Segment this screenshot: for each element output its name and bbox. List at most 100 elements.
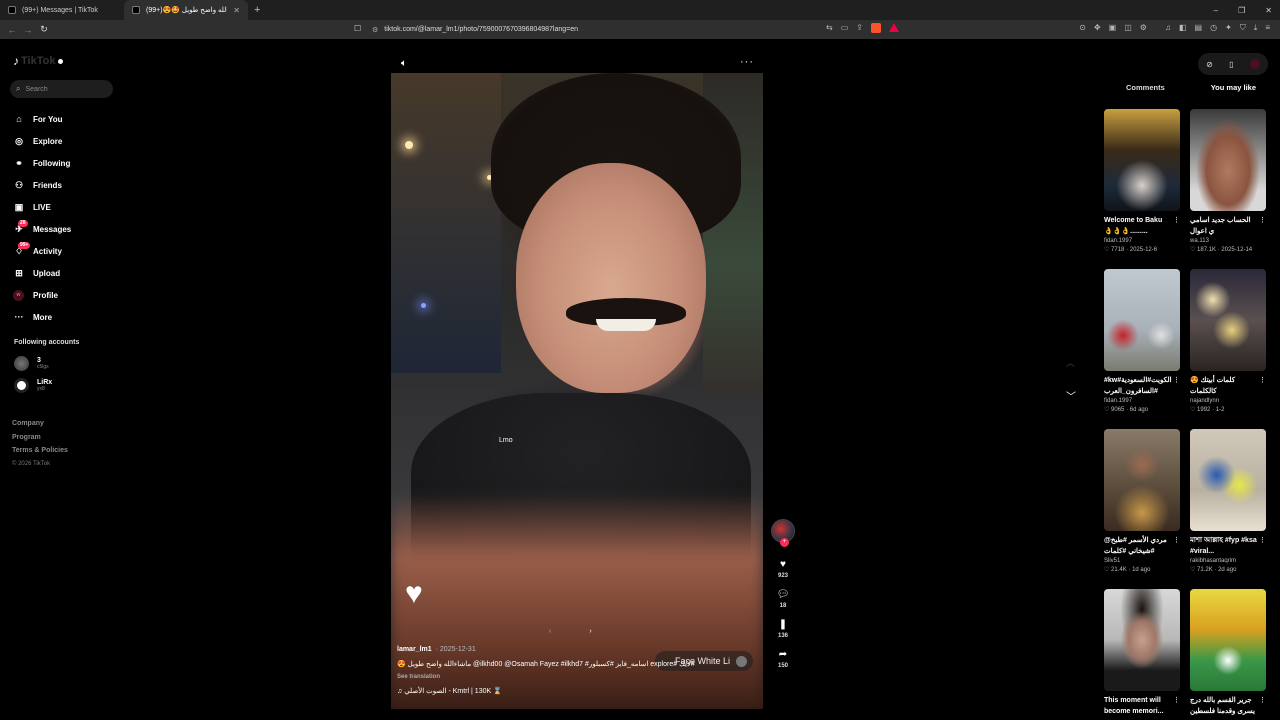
search-input[interactable] bbox=[25, 85, 106, 93]
carousel-next-icon[interactable]: › bbox=[589, 628, 591, 635]
copyright: © 2026 TikTok bbox=[12, 460, 51, 467]
footer-program-link[interactable]: Program bbox=[12, 431, 68, 445]
carousel-prev-icon[interactable]: ‹ bbox=[549, 628, 551, 635]
footer-terms-link[interactable]: Terms & Policies bbox=[12, 444, 68, 458]
history-icon[interactable]: ◷ bbox=[1210, 23, 1217, 33]
more-options-icon[interactable]: ··· bbox=[740, 56, 754, 68]
tab-you-may-like[interactable]: You may like bbox=[1211, 83, 1256, 92]
like-count: 923 bbox=[777, 573, 788, 579]
nav-activity[interactable]: ♢ 99+ Activity bbox=[13, 240, 71, 262]
prev-video-chevron-icon[interactable]: ︿ bbox=[1066, 356, 1075, 369]
card-more-icon[interactable]: ⋮ bbox=[1259, 535, 1266, 546]
card-more-icon[interactable]: ⋮ bbox=[1173, 375, 1180, 386]
video-thumbnail bbox=[1190, 109, 1266, 211]
music-link[interactable]: ♫ الصوت الأصلي - Kmtrl | 130K ⌛ bbox=[397, 687, 757, 695]
music-icon[interactable]: ♫ bbox=[1165, 23, 1171, 33]
phone-icon[interactable]: ▯ bbox=[1229, 60, 1233, 69]
close-window-button[interactable]: ✕ bbox=[1265, 6, 1272, 15]
nav-following[interactable]: ⚭ Following bbox=[13, 152, 71, 174]
video-thumbnail bbox=[1190, 589, 1266, 691]
translate-icon[interactable]: ⇆ bbox=[826, 23, 833, 33]
friends-icon: ⚇ bbox=[14, 179, 24, 190]
profile-avatar: w bbox=[13, 289, 24, 301]
menu-icon[interactable]: ≡ bbox=[1265, 23, 1270, 33]
video-thumbnail bbox=[1190, 429, 1266, 531]
leo-icon[interactable]: ✦ bbox=[1225, 23, 1232, 33]
forward-icon[interactable]: → bbox=[20, 25, 36, 35]
back-icon[interactable]: ← bbox=[4, 25, 20, 35]
new-tab-button[interactable]: + bbox=[248, 4, 266, 16]
device-icon[interactable]: ⊘ bbox=[1206, 60, 1213, 69]
wallet-icon[interactable]: ▣ bbox=[1109, 23, 1117, 33]
minimize-button[interactable]: – bbox=[1214, 6, 1218, 15]
window-controls: – ❐ ✕ bbox=[1214, 0, 1272, 20]
bookmark-icon[interactable]: ❚ bbox=[779, 619, 787, 630]
nav-upload[interactable]: ⊞ Upload bbox=[13, 262, 71, 284]
volume-icon[interactable]: 🔈︎ bbox=[401, 58, 407, 69]
card-more-icon[interactable]: ⋮ bbox=[1173, 535, 1180, 546]
shield-icon[interactable]: ⛉ bbox=[1240, 23, 1246, 33]
follow-plus-icon[interactable]: + bbox=[780, 538, 789, 547]
see-translation-link[interactable]: See translation bbox=[397, 674, 757, 680]
video-overlay-text: Lmo bbox=[499, 437, 513, 444]
video-card[interactable]: جرير القسم بالله درج يسرى وقدمنا فلسطين ⋮ bbox=[1190, 589, 1266, 717]
search-box[interactable]: ⌕ bbox=[10, 80, 113, 98]
user-avatar[interactable] bbox=[1249, 59, 1260, 69]
video-thumbnail bbox=[1104, 589, 1180, 691]
following-account-item[interactable]: LiRx yx8 bbox=[14, 378, 52, 393]
video-player[interactable]: Lmo ♥ ‹ › Face White Li bbox=[391, 73, 763, 709]
card-more-icon[interactable]: ⋮ bbox=[1259, 215, 1266, 226]
cast-icon[interactable]: ▭ bbox=[841, 23, 849, 33]
site-info-icon[interactable]: ⚙ bbox=[372, 26, 378, 34]
video-card[interactable]: @مردي الأسمر #طبخ #شيخاني #كلمات ⋮ Sliv51… bbox=[1104, 429, 1180, 573]
tab-search-icon[interactable]: ▤ bbox=[1195, 23, 1203, 33]
nav-live[interactable]: ▣ LIVE bbox=[13, 196, 71, 218]
browser-tab-messages[interactable]: (99+) Messages | TikTok bbox=[0, 0, 124, 20]
video-card[interactable]: মাশা আল্লাহ #fyp #ksa #viral... ⋮ rakibha… bbox=[1190, 429, 1266, 573]
next-video-chevron-icon[interactable]: ﹀ bbox=[1066, 388, 1076, 403]
following-icon: ⚭ bbox=[15, 157, 23, 168]
video-card[interactable]: 😍 كلمات أبيتك كالكلمات #vacationmode...⋮… bbox=[1190, 269, 1266, 413]
nav-more[interactable]: ··· More bbox=[13, 306, 71, 328]
browser-tab-active[interactable]: (99+)😍🤩 ماشاءالله واضح طويل ✕ bbox=[124, 0, 248, 20]
like-icon[interactable]: ♥ bbox=[780, 559, 786, 570]
tiktok-logo[interactable]: ♪ TikTok bbox=[13, 54, 64, 68]
action-rail: + ♥ 923 💬︎ 18 ❚ 136 ➦ 150 bbox=[770, 519, 796, 669]
sidebar-icon[interactable]: ◧ bbox=[1179, 23, 1187, 33]
card-more-icon[interactable]: ⋮ bbox=[1259, 375, 1266, 386]
video-card[interactable]: Welcome to Baku 👌👌👌......... ⋮ fidan.1997… bbox=[1104, 109, 1180, 253]
tab-comments[interactable]: Comments bbox=[1126, 83, 1165, 92]
maximize-button[interactable]: ❐ bbox=[1238, 6, 1245, 15]
video-caption: lamar_lm1 · 2025-12-31 😍 ماشاءالله واضح … bbox=[397, 646, 757, 695]
share-icon[interactable]: ➦ bbox=[779, 649, 787, 660]
nav-profile[interactable]: w Profile bbox=[13, 284, 71, 306]
video-card[interactable]: This moment will become memori... ⋮ bbox=[1104, 589, 1180, 717]
extension-icon[interactable]: ⊙ bbox=[1079, 23, 1086, 33]
nav-explore[interactable]: ◎ Explore bbox=[13, 130, 71, 152]
brave-rewards-icon[interactable] bbox=[888, 23, 899, 32]
share-icon[interactable]: ⇪ bbox=[856, 23, 863, 33]
video-card[interactable]: #kw#الكويت#السعودية #السافرون_العرب ⋮ fid… bbox=[1104, 269, 1180, 413]
tiktok-favicon-icon bbox=[8, 6, 16, 14]
bookmark-icon[interactable]: ☐ bbox=[354, 24, 361, 33]
download-icon[interactable]: ⤓ bbox=[1254, 23, 1258, 33]
settings-icon[interactable]: ⚙ bbox=[1140, 23, 1147, 33]
post-date: · 2025-12-31 bbox=[435, 646, 476, 653]
author-name[interactable]: lamar_lm1 bbox=[397, 646, 432, 653]
creator-avatar[interactable]: + bbox=[771, 519, 795, 547]
footer-company-link[interactable]: Company bbox=[12, 417, 68, 431]
video-card[interactable]: الحساب جديد اسامي ي اعوال ⋮ wa.113 ♡ 187.… bbox=[1190, 109, 1266, 253]
card-more-icon[interactable]: ⋮ bbox=[1173, 215, 1180, 226]
following-account-item[interactable]: 3 c5lgs bbox=[14, 356, 49, 371]
card-more-icon[interactable]: ⋮ bbox=[1259, 695, 1266, 706]
puzzle-icon[interactable]: ✥ bbox=[1094, 23, 1101, 33]
comment-icon[interactable]: 💬︎ bbox=[777, 589, 790, 600]
nav-friends[interactable]: ⚇ Friends bbox=[13, 174, 71, 196]
nav-for-you[interactable]: ⌂ For You bbox=[13, 108, 71, 130]
vpn-icon[interactable]: ◫ bbox=[1124, 23, 1132, 33]
reload-icon[interactable]: ↻ bbox=[36, 24, 52, 35]
close-tab-icon[interactable]: ✕ bbox=[233, 6, 240, 15]
brave-shield-icon[interactable] bbox=[870, 23, 881, 33]
card-more-icon[interactable]: ⋮ bbox=[1173, 695, 1180, 706]
nav-messages[interactable]: ✈ 28 Messages bbox=[13, 218, 71, 240]
